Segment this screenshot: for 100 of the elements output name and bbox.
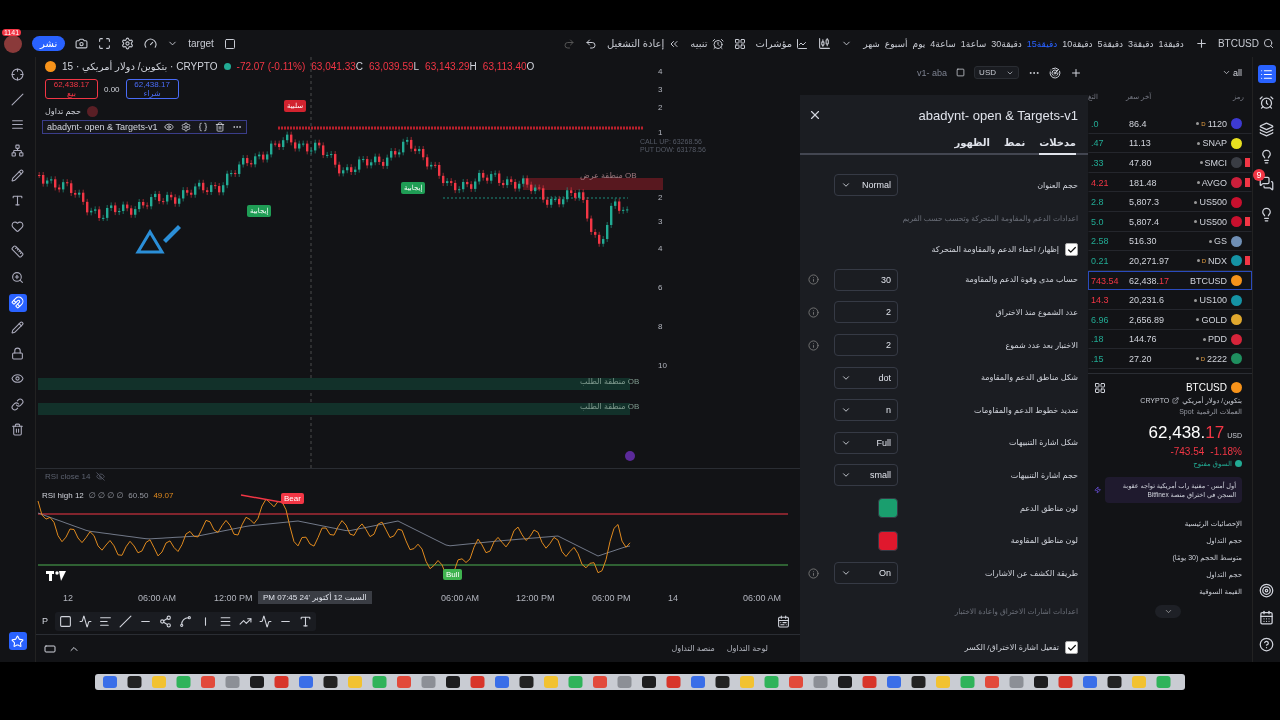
panel-tab[interactable]: منصة التداول (671, 644, 715, 653)
ohlc-value: 63,039.59 (369, 61, 414, 72)
scale-label: 3 (658, 85, 663, 94)
last-price: 5,807.3 (1129, 197, 1160, 208)
watchlist-row[interactable]: 5.0 5,807.4 US500 (1088, 211, 1252, 232)
panel-tab[interactable]: لوحة التداول (726, 644, 768, 653)
select-field[interactable]: Full (834, 431, 898, 454)
indicators-button[interactable]: مؤشرات (755, 37, 809, 50)
interval-button[interactable]: 3دقيقة (1127, 38, 1155, 49)
symbol-title[interactable]: بتكوين/ دولار أمريكي · 15 · CRYPTO (62, 61, 218, 72)
replay-button[interactable]: إعادة التشغيل (606, 37, 681, 50)
rsi-value: 60.50 (128, 491, 149, 500)
change-value: .33 (1091, 158, 1105, 168)
interval-button[interactable]: 10دقيقة (1061, 38, 1094, 49)
symbol-name: US500 (1199, 197, 1227, 208)
price-change: -72.07 (-0.11%) (236, 61, 306, 72)
field-label: شكل اشارة التنبيهات (1008, 438, 1078, 448)
scale-label: 2 (658, 103, 663, 112)
watchlist-row[interactable]: .15 27.20 $^{D}$ 2222 (1088, 349, 1252, 369)
number-field[interactable]: 2 (834, 334, 898, 357)
time-label: 06:00 PM (592, 593, 631, 603)
interval-button[interactable]: 5دقيقة (1096, 38, 1125, 49)
field-label: حساب مدى وقوة الدعم والمقاومة (964, 275, 1078, 285)
last-price: 86.4 (1129, 118, 1147, 129)
last-price: 20,231.6 (1129, 295, 1165, 306)
watchlist-row[interactable]: 0.21 20,271.97 $^{D}$ NDX (1088, 251, 1252, 271)
layout-name[interactable]: target (188, 38, 214, 49)
select-field[interactable]: Normal (834, 174, 898, 197)
watchlist-row[interactable]: 743.54 62,438.17 BTCUSD (1088, 270, 1252, 291)
number-field[interactable]: 2 (834, 301, 898, 324)
last-price: 27.20 (1129, 353, 1152, 364)
price-fraction: 17 (1159, 275, 1170, 286)
watchlist-row[interactable]: 6.96 2,656.89 GOLD (1088, 309, 1252, 330)
symbol-search[interactable]: BTCUSD (1217, 38, 1274, 49)
symbol-name: SNAP (1202, 138, 1227, 149)
field-label: حجم اشارة التنبيهات (1009, 470, 1078, 480)
publish-button[interactable]: نشر (32, 36, 66, 51)
checkbox-label: إظهار/ اخفاء الدعم والمقاومة المتحركة (931, 245, 1059, 255)
field-label: الاختبار بعد عدد شموع (1004, 340, 1078, 350)
dialog-title: abadynt- open & Targets-v1 (918, 107, 1078, 123)
select-field[interactable]: On (834, 562, 898, 585)
interval-button[interactable]: 15دقيقة (1025, 38, 1059, 49)
symbol-name: GS (1214, 236, 1227, 247)
scale-label: 2 (658, 193, 663, 202)
change-value: 2.58 (1091, 236, 1110, 247)
scale-label: 10 (658, 361, 667, 370)
last-price: 11.13 (1129, 138, 1151, 149)
interval-button[interactable]: 1ساعة (959, 38, 988, 49)
rsi-name[interactable]: RSI high 12 (42, 491, 84, 500)
scale-label: 1 (658, 128, 663, 137)
ohlc-value: 63,143.29 (425, 61, 470, 72)
dialog-tab[interactable]: مدخلات (1039, 135, 1076, 155)
watchlist-row[interactable]: 4.21 181.48 AVGO (1088, 172, 1252, 193)
interval-button[interactable]: شهر (862, 38, 881, 49)
rsi-params: ∅ ∅ ∅ ∅ (88, 491, 124, 500)
watchlist-row[interactable]: .33 47.80 SMCI (1088, 153, 1252, 173)
rsi-value: 49.07 (153, 491, 174, 500)
change-value: 6.96 (1091, 314, 1110, 325)
interval-button[interactable]: أسبوع (883, 38, 909, 49)
watchlist-row[interactable]: 14.3 20,231.6 US100 (1088, 290, 1252, 310)
dialog-tab[interactable]: الظهور (954, 135, 990, 155)
alert-button[interactable]: تنبيه (690, 37, 724, 50)
interval-button[interactable]: 1دقيقة (1157, 38, 1185, 49)
time-label: 12:00 PM (214, 593, 253, 603)
select-field[interactable]: dot (834, 366, 898, 389)
scale-label: 6 (658, 283, 663, 292)
currency-select[interactable]: USD (974, 66, 1019, 79)
watchlist-filter[interactable]: all (1233, 67, 1242, 78)
dialog-tab[interactable]: نمط (1004, 135, 1026, 155)
change-value: 14.3 (1091, 295, 1110, 306)
watchlist-row[interactable]: 2.58 516.30 GS (1088, 231, 1252, 252)
change-value: .18 (1091, 334, 1105, 345)
watchlist-row[interactable]: .18 144.76 PDD (1088, 329, 1252, 350)
ohlc-label: O (526, 61, 535, 72)
watchlist-row[interactable]: .47 11.13 SNAP (1088, 133, 1252, 154)
change-value: 4.21 (1091, 177, 1110, 188)
interval-button[interactable]: 4ساعة (929, 38, 957, 49)
watchlist-row[interactable]: .0 86.4 $^{D}$ 1120 (1088, 114, 1252, 134)
time-label: 12:00 PM (516, 593, 555, 603)
last-price: 181.48 (1129, 177, 1157, 188)
change-value: 5.0 (1091, 216, 1105, 227)
change-value: .47 (1091, 138, 1105, 149)
spread-value: 0.00 (104, 84, 120, 94)
interval-button[interactable]: يوم (911, 38, 927, 49)
select-field[interactable]: n (834, 399, 898, 422)
volume-label: حجم تداول (45, 107, 81, 116)
field-label: لون مناطق المقاومة (1009, 536, 1078, 546)
checkbox-label: تفعيل اشارة الاختراق/ الكسر (964, 643, 1059, 653)
time-label: 06:00 AM (743, 593, 782, 603)
toolbar-letter[interactable]: P (42, 616, 48, 626)
last-price: 144.76 (1129, 334, 1157, 345)
number-field[interactable]: 30 (834, 268, 898, 291)
interval-button[interactable]: 30دقيقة (990, 38, 1023, 49)
symbol-name: NDX (1208, 255, 1227, 266)
last-price: 516.30 (1129, 236, 1157, 247)
select-field[interactable]: small (834, 464, 898, 487)
details-symbol: BTCUSD (1185, 382, 1227, 394)
field-label: عدد الشموع منذ الاختراق (994, 308, 1078, 317)
watchlist-row[interactable]: 2.8 5,807.3 US500 (1088, 192, 1252, 212)
symbol-name: 2222 (1206, 353, 1227, 364)
